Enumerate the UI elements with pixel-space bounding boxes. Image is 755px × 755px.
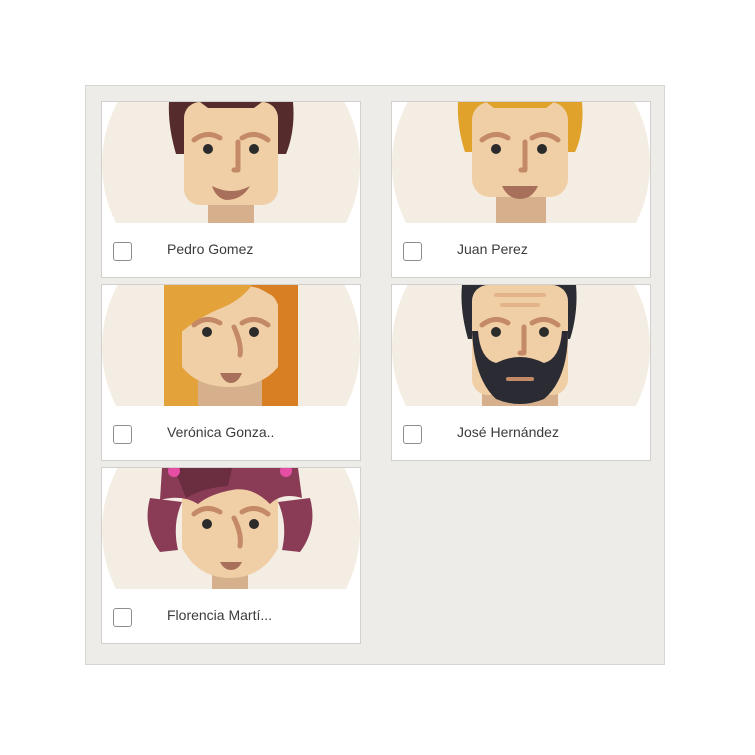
- select-checkbox[interactable]: [403, 242, 422, 261]
- person-card-pedro-gomez[interactable]: Pedro Gomez: [101, 101, 361, 278]
- person-name: Verónica Gonza..: [167, 424, 275, 440]
- person-row[interactable]: Florencia Martí...: [102, 589, 360, 643]
- select-checkbox[interactable]: [403, 425, 422, 444]
- people-selection-panel: Pedro Gomez Juan Perez Verónica Gonza.. …: [85, 85, 665, 665]
- person-card-jose-hernandez[interactable]: José Hernández: [391, 284, 651, 461]
- person-card-juan-perez[interactable]: Juan Perez: [391, 101, 651, 278]
- woman-long-orange-hair-icon: [102, 285, 360, 406]
- person-name: José Hernández: [457, 424, 559, 440]
- select-checkbox[interactable]: [113, 608, 132, 627]
- person-name: Juan Perez: [457, 241, 528, 257]
- select-checkbox[interactable]: [113, 425, 132, 444]
- select-checkbox[interactable]: [113, 242, 132, 261]
- person-name: Florencia Martí...: [167, 607, 273, 623]
- person-card-florencia[interactable]: Florencia Martí...: [101, 467, 361, 644]
- man-blond-hair-icon: [392, 102, 650, 223]
- man-brown-hair-smiling-icon: [102, 102, 360, 223]
- man-bearded-icon: [392, 285, 650, 406]
- person-row[interactable]: Pedro Gomez: [102, 223, 360, 277]
- person-name: Pedro Gomez: [167, 241, 254, 257]
- person-row[interactable]: Juan Perez: [392, 223, 650, 277]
- person-card-veronica[interactable]: Verónica Gonza..: [101, 284, 361, 461]
- person-row[interactable]: José Hernández: [392, 406, 650, 460]
- woman-purple-hair-icon: [102, 468, 360, 589]
- person-row[interactable]: Verónica Gonza..: [102, 406, 360, 460]
